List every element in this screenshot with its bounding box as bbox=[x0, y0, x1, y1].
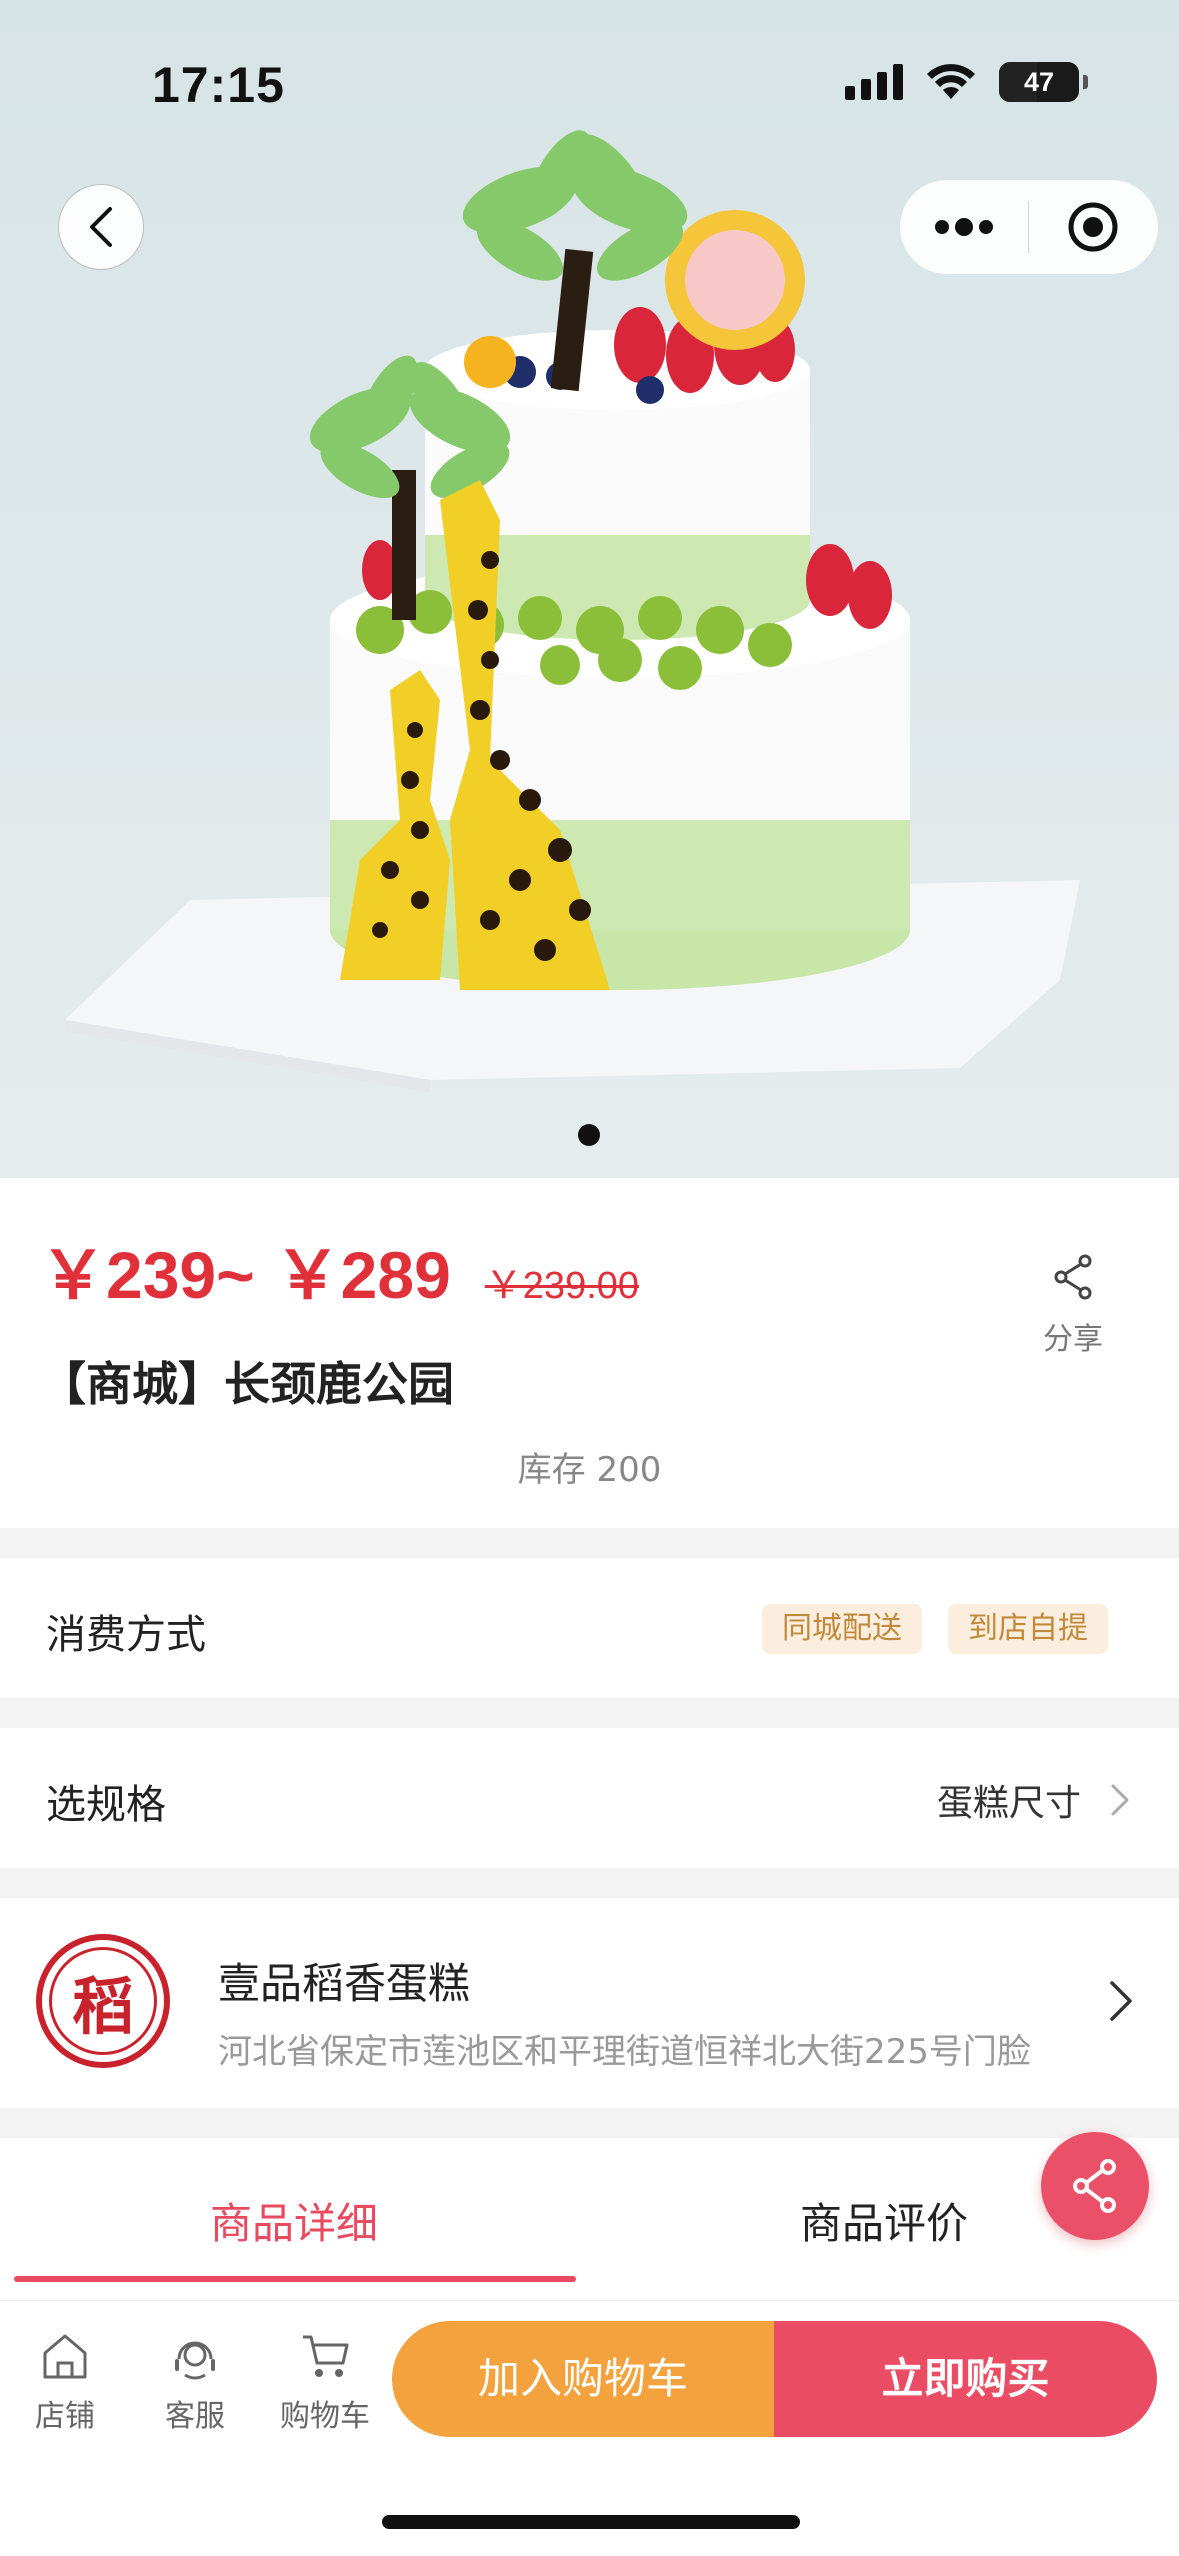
share-icon bbox=[1073, 2159, 1116, 2213]
cart-icon bbox=[303, 2335, 349, 2377]
buy-now-button[interactable]: 立即购买 bbox=[774, 2321, 1157, 2437]
select-spec-label: 选规格 bbox=[46, 1782, 166, 1828]
store-icon bbox=[43, 2334, 87, 2379]
spec-value: 蛋糕尺寸 bbox=[936, 1783, 1081, 1824]
chevron-right-icon bbox=[1111, 1784, 1129, 1816]
status-bar: 17:15 47 bbox=[0, 0, 1179, 150]
nav-cart-label: 购物车 bbox=[280, 2399, 370, 2434]
chevron-left-icon bbox=[90, 207, 112, 247]
share-button[interactable]: 分享 bbox=[1040, 1254, 1106, 1358]
nav-customer-service-label: 客服 bbox=[165, 2399, 225, 2434]
detail-tabs: 商品详细 商品评价 bbox=[0, 2138, 1179, 2300]
consume-method-label: 消费方式 bbox=[46, 1612, 206, 1658]
home-indicator bbox=[382, 2515, 800, 2529]
price-row: ￥239~ ￥289 ￥239.00 bbox=[40, 1222, 639, 1318]
store-row[interactable]: 稻 壹品稻香蛋糕 河北省保定市莲池区和平理街道恒祥北大街225号门脸 bbox=[0, 1898, 1179, 2108]
battery-icon: 47 bbox=[999, 62, 1088, 102]
tab-product-detail[interactable]: 商品详细 bbox=[210, 2190, 378, 2251]
tag-local-delivery: 同城配送 bbox=[762, 1604, 922, 1654]
back-button[interactable] bbox=[58, 184, 144, 270]
chevron-right-icon bbox=[1110, 1981, 1132, 2021]
add-to-cart-button[interactable]: 加入购物车 bbox=[392, 2321, 774, 2437]
nav-customer-service[interactable]: 客服 bbox=[135, 2331, 255, 2435]
stock-label: 库存 bbox=[517, 1450, 586, 1490]
status-time: 17:15 bbox=[152, 57, 285, 113]
stock-value: 200 bbox=[596, 1450, 662, 1490]
price-high: ￥289 bbox=[274, 1238, 451, 1312]
floating-share-button[interactable] bbox=[1041, 2132, 1149, 2240]
store-address: 河北省保定市莲池区和平理街道恒祥北大街225号门脸 bbox=[218, 2032, 1031, 2072]
nav-cart[interactable]: 购物车 bbox=[265, 2331, 385, 2435]
store-logo-char: 稻 bbox=[49, 1947, 157, 2055]
product-title: 【商城】长颈鹿公园 bbox=[40, 1357, 454, 1411]
consume-method-row: 消费方式 同城配送 到店自提 bbox=[0, 1558, 1179, 1698]
tag-store-pickup: 到店自提 bbox=[948, 1604, 1108, 1654]
product-image-carousel[interactable]: 17:15 47 bbox=[0, 0, 1179, 1178]
cellular-signal-icon bbox=[845, 64, 903, 100]
target-close-icon bbox=[1068, 202, 1118, 252]
more-dots-icon bbox=[935, 218, 993, 236]
carousel-dot-active bbox=[578, 1124, 600, 1146]
stock-info: 库存 200 bbox=[0, 1442, 1179, 1491]
customer-service-icon bbox=[175, 2341, 215, 2380]
price-low: ￥239~ bbox=[40, 1238, 255, 1312]
product-info: ￥239~ ￥289 ￥239.00 分享 【商城】长颈鹿公园 库存 200 bbox=[0, 1178, 1179, 1528]
select-spec-row[interactable]: 选规格 蛋糕尺寸 bbox=[0, 1728, 1179, 1868]
battery-level: 47 bbox=[1023, 67, 1055, 97]
wifi-icon bbox=[927, 64, 975, 99]
status-icons: 47 bbox=[845, 62, 1088, 102]
store-name: 壹品稻香蛋糕 bbox=[218, 1959, 471, 2008]
share-icon bbox=[1054, 1254, 1092, 1300]
share-label: 分享 bbox=[1043, 1322, 1103, 1357]
nav-store[interactable]: 店铺 bbox=[5, 2331, 125, 2435]
cake-illustration bbox=[65, 130, 1080, 1092]
active-tab-underline bbox=[14, 2276, 576, 2282]
bottom-action-bar: 店铺 客服 购物车 加入购物车 立即购买 bbox=[0, 2300, 1179, 2556]
store-logo: 稻 bbox=[36, 1934, 170, 2068]
more-button[interactable] bbox=[900, 180, 1028, 274]
original-price: ￥239.00 bbox=[484, 1265, 640, 1307]
tab-product-reviews[interactable]: 商品评价 bbox=[800, 2190, 968, 2251]
nav-store-label: 店铺 bbox=[35, 2399, 95, 2434]
close-mini-program-button[interactable] bbox=[1029, 180, 1157, 274]
mini-program-capsule bbox=[900, 180, 1158, 274]
